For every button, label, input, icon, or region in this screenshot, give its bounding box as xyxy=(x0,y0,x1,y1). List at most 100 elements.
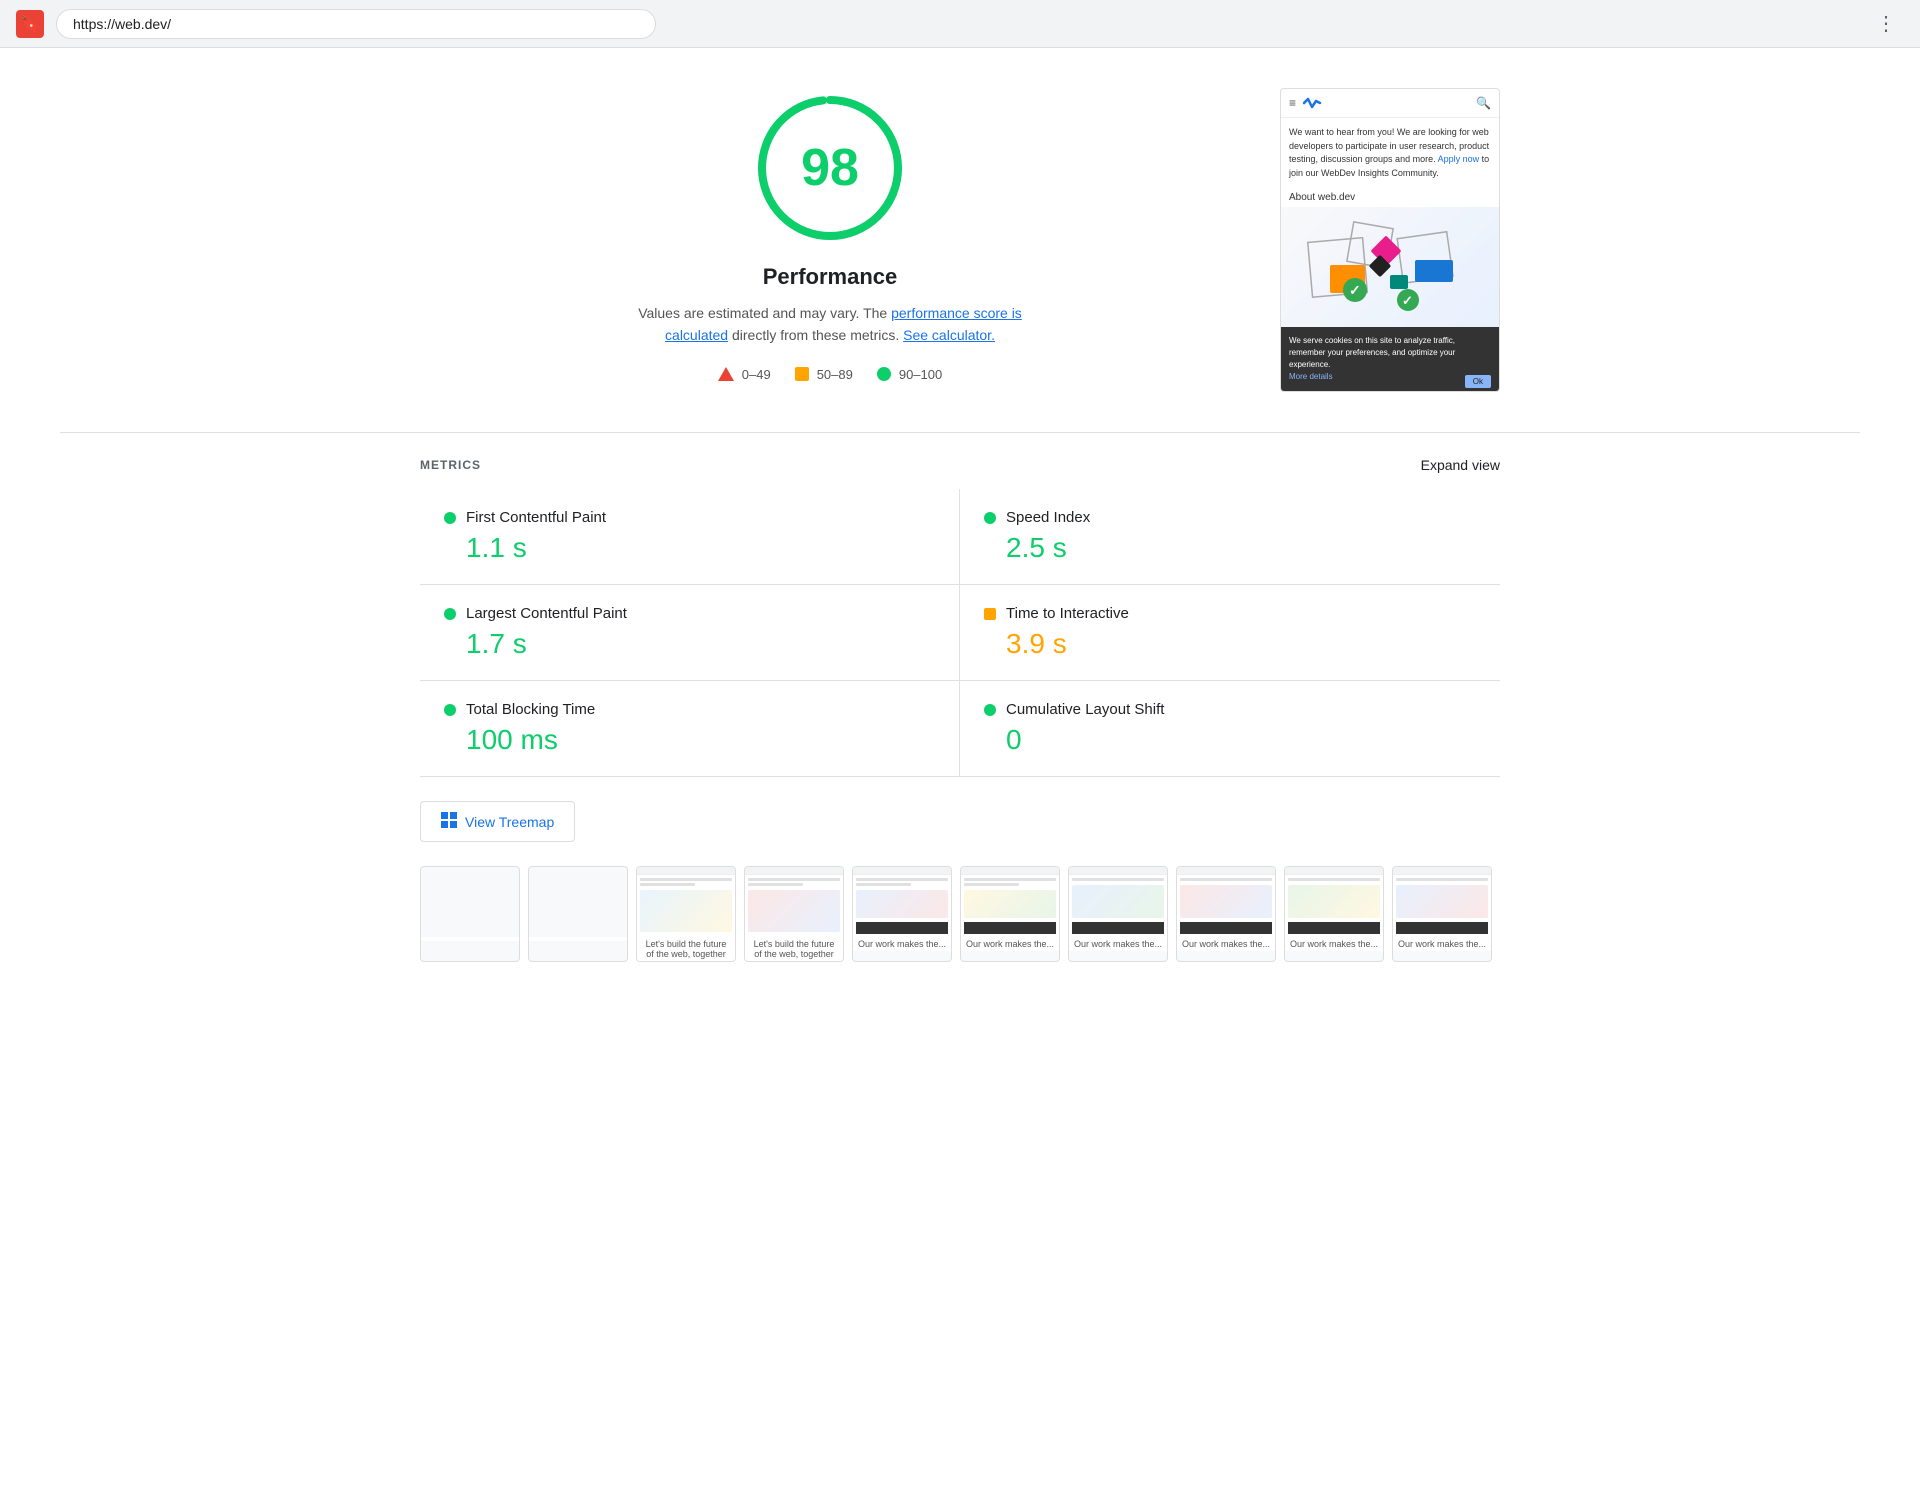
score-value: 98 xyxy=(801,138,859,198)
score-legend: 0–49 50–89 90–100 xyxy=(718,367,942,382)
filmstrip-thumb xyxy=(529,867,627,937)
filmstrip-label: Our work makes the... xyxy=(1393,937,1491,951)
metric-fcp: First Contentful Paint 1.1 s xyxy=(420,489,960,585)
tti-status-icon xyxy=(984,608,996,620)
screenshot-header: ≡ 🔍 xyxy=(1281,89,1499,118)
hamburger-icon: ≡ xyxy=(1289,96,1296,110)
metric-si: Speed Index 2.5 s xyxy=(960,489,1500,585)
view-treemap-button[interactable]: View Treemap xyxy=(420,801,575,842)
filmstrip-thumb xyxy=(421,867,519,937)
svg-text:✓: ✓ xyxy=(1402,293,1413,308)
score-section: 98 Performance Values are estimated and … xyxy=(420,88,1280,392)
filmstrip-thumb xyxy=(1393,867,1491,937)
screenshot-section: ≡ 🔍 We want to hear from you! We are loo… xyxy=(1280,88,1500,392)
legend-green: 90–100 xyxy=(877,367,942,382)
cls-label: Cumulative Layout Shift xyxy=(1006,701,1164,718)
expand-view-button[interactable]: Expand view xyxy=(1421,457,1500,473)
filmstrip-label: Our work makes the... xyxy=(1285,937,1383,951)
cls-status-icon xyxy=(984,704,996,716)
filmstrip-thumb xyxy=(637,867,735,937)
legend-orange-icon xyxy=(795,367,809,381)
filmstrip-item: Let's build the future of the web, toget… xyxy=(636,866,736,962)
si-label: Speed Index xyxy=(1006,509,1090,526)
see-calculator-link[interactable]: See calculator. xyxy=(903,327,995,343)
metrics-grid: First Contentful Paint 1.1 s Speed Index… xyxy=(420,489,1500,777)
tti-value: 3.9 s xyxy=(984,628,1476,660)
filmstrip-thumb xyxy=(853,867,951,937)
filmstrip-item: Our work makes the... xyxy=(1068,866,1168,962)
screenshot-illustration: ✓ ✓ xyxy=(1281,207,1499,327)
filmstrip-thumb xyxy=(961,867,1059,937)
treemap-grid-icon xyxy=(441,812,457,831)
lcp-label: Largest Contentful Paint xyxy=(466,605,627,622)
svg-text:✓: ✓ xyxy=(1349,282,1361,298)
metrics-section: METRICS Expand view First Contentful Pai… xyxy=(360,433,1560,777)
apply-now-link: Apply now xyxy=(1438,154,1480,164)
lcp-value: 1.7 s xyxy=(444,628,935,660)
legend-red-label: 0–49 xyxy=(742,367,771,382)
browser-chrome: 🔖 https://web.dev/ ⋮ xyxy=(0,0,1920,48)
filmstrip-item: Let's build the future of the web, toget… xyxy=(744,866,844,962)
filmstrip-item: Our work makes the... xyxy=(1392,866,1492,962)
fcp-status-icon xyxy=(444,512,456,524)
si-value: 2.5 s xyxy=(984,532,1476,564)
lcp-status-icon xyxy=(444,608,456,620)
score-title: Performance xyxy=(763,264,898,290)
filmstrip-item: Our work makes the... xyxy=(1176,866,1276,962)
metric-lcp: Largest Contentful Paint 1.7 s xyxy=(420,585,960,681)
legend-red: 0–49 xyxy=(718,367,771,382)
legend-orange-label: 50–89 xyxy=(817,367,853,382)
filmstrip-label: Our work makes the... xyxy=(853,937,951,951)
score-circle: 98 xyxy=(750,88,910,248)
fcp-value: 1.1 s xyxy=(444,532,935,564)
metric-tti: Time to Interactive 3.9 s xyxy=(960,585,1500,681)
tbt-value: 100 ms xyxy=(444,724,935,756)
filmstrip-item: Our work makes the... xyxy=(852,866,952,962)
screenshot-cookie-banner: We serve cookies on this site to analyze… xyxy=(1281,327,1499,391)
metrics-header: METRICS Expand view xyxy=(420,457,1500,473)
score-description: Values are estimated and may vary. The p… xyxy=(610,302,1050,347)
si-status-icon xyxy=(984,512,996,524)
screenshot-notification-text: We want to hear from you! We are looking… xyxy=(1281,118,1499,188)
filmstrip-item xyxy=(420,866,520,962)
tbt-label: Total Blocking Time xyxy=(466,701,595,718)
screenshot-preview: ≡ 🔍 We want to hear from you! We are loo… xyxy=(1280,88,1500,392)
tbt-status-icon xyxy=(444,704,456,716)
url-bar[interactable]: https://web.dev/ xyxy=(56,9,656,39)
filmstrip-label: Let's build the future of the web, toget… xyxy=(637,937,735,961)
browser-logo-icon: 🔖 xyxy=(16,10,44,38)
treemap-button-label: View Treemap xyxy=(465,814,554,830)
screenshot-about-label: About web.dev xyxy=(1281,188,1499,207)
legend-green-label: 90–100 xyxy=(899,367,942,382)
webdev-logo-icon xyxy=(1302,95,1322,111)
metric-tbt: Total Blocking Time 100 ms xyxy=(420,681,960,777)
filmstrip-label: Our work makes the... xyxy=(1177,937,1275,951)
filmstrip-label: Our work makes the... xyxy=(961,937,1059,951)
filmstrip[interactable]: Let's build the future of the web, toget… xyxy=(420,866,1500,962)
filmstrip-item xyxy=(528,866,628,962)
main-content: 98 Performance Values are estimated and … xyxy=(360,48,1560,392)
filmstrip-item: Our work makes the... xyxy=(960,866,1060,962)
illustration-svg: ✓ ✓ xyxy=(1300,210,1480,325)
cookie-ok-button[interactable]: Ok xyxy=(1465,375,1491,388)
metric-cls: Cumulative Layout Shift 0 xyxy=(960,681,1500,777)
legend-red-icon xyxy=(718,367,734,381)
filmstrip-thumb xyxy=(745,867,843,937)
treemap-section: View Treemap xyxy=(360,777,1560,866)
filmstrip-thumb xyxy=(1177,867,1275,937)
cookie-more-details-link: More details xyxy=(1289,372,1333,381)
fcp-label: First Contentful Paint xyxy=(466,509,606,526)
filmstrip-item: Our work makes the... xyxy=(1284,866,1384,962)
filmstrip-label: Our work makes the... xyxy=(1069,937,1167,951)
legend-orange: 50–89 xyxy=(795,367,853,382)
filmstrip-thumb xyxy=(1285,867,1383,937)
legend-green-icon xyxy=(877,367,891,381)
search-icon: 🔍 xyxy=(1476,96,1491,110)
browser-menu-icon[interactable]: ⋮ xyxy=(1868,7,1904,40)
filmstrip-section: Let's build the future of the web, toget… xyxy=(360,866,1560,1002)
tti-label: Time to Interactive xyxy=(1006,605,1129,622)
filmstrip-label: Let's build the future of the web, toget… xyxy=(745,937,843,961)
filmstrip-label xyxy=(529,937,627,941)
metrics-label: METRICS xyxy=(420,458,481,472)
filmstrip-thumb xyxy=(1069,867,1167,937)
